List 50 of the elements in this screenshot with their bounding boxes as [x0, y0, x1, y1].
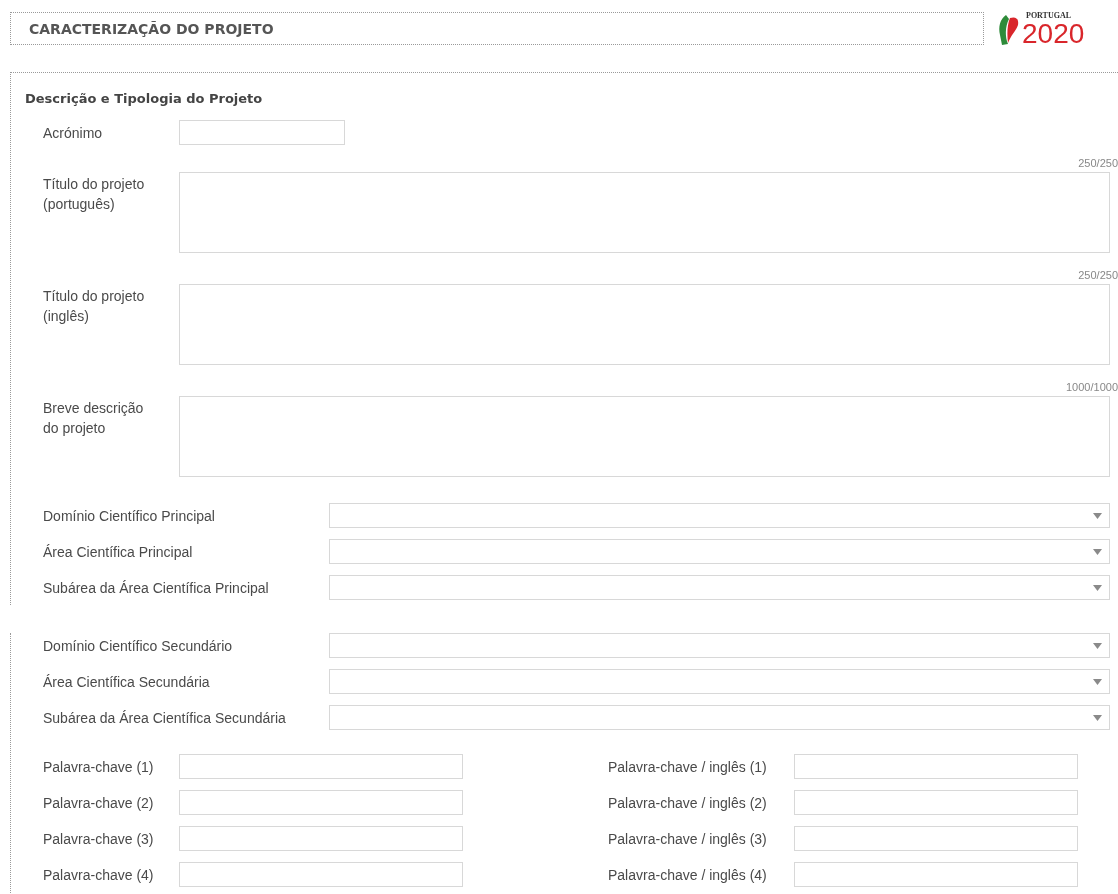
text-area[interactable]: [179, 396, 1110, 477]
field-label: Palavra-chave / inglês (1): [608, 758, 768, 775]
caret-icon: [1093, 548, 1102, 555]
caret-icon: [1093, 512, 1102, 519]
logo-caption: PORTUGAL: [1026, 12, 1073, 20]
field-label: Palavra-chave / inglês (2): [608, 794, 768, 811]
field-label: Domínio Científico Secundário: [43, 637, 234, 654]
dropdown[interactable]: [329, 503, 1110, 528]
field-label: Breve descrição do projeto: [43, 399, 145, 438]
field-label: Palavra-chave (4): [43, 866, 155, 883]
dropdown[interactable]: [329, 539, 1110, 564]
field-label: Palavra-chave (1): [43, 758, 155, 775]
field-label: Título do projeto (português): [43, 175, 146, 214]
field-label: Domínio Científico Principal: [43, 507, 216, 524]
page-title: CARACTERIZAÇÃO DO PROJETO: [29, 20, 274, 37]
caret-icon: [1093, 642, 1102, 649]
text-area[interactable]: [179, 284, 1110, 365]
input-field[interactable]: [794, 790, 1078, 815]
character-counter: 250/250: [1078, 268, 1118, 282]
field-label: Área Científica Secundária: [43, 673, 211, 690]
caret-icon: [1093, 678, 1102, 685]
field-label: Palavra-chave (2): [43, 794, 155, 811]
section-title: Descrição e Tipologia do Projeto: [24, 90, 264, 108]
input-field[interactable]: [179, 826, 463, 851]
dropdown[interactable]: [329, 633, 1110, 658]
input-field[interactable]: [794, 862, 1078, 887]
input-field[interactable]: [179, 120, 345, 145]
input-field[interactable]: [179, 790, 463, 815]
field-label: Área Científica Principal: [43, 543, 194, 560]
input-field[interactable]: [179, 754, 463, 779]
dropdown[interactable]: [329, 669, 1110, 694]
dropdown[interactable]: [329, 705, 1110, 730]
field-label: Subárea da Área Científica Principal: [43, 579, 270, 596]
caret-icon: [1093, 714, 1102, 721]
input-field[interactable]: [794, 826, 1078, 851]
text-area[interactable]: [179, 172, 1110, 253]
input-field[interactable]: [179, 862, 463, 887]
field-label: Título do projeto (inglês): [43, 287, 146, 326]
field-label: Subárea da Área Científica Secundária: [43, 709, 287, 726]
flag-icon: [996, 13, 1020, 47]
character-counter: 250/250: [1078, 156, 1118, 170]
dropdown[interactable]: [329, 575, 1110, 600]
field-label: Palavra-chave / inglês (4): [608, 866, 768, 883]
character-counter: 1000/1000: [1066, 380, 1118, 394]
input-field[interactable]: [794, 754, 1078, 779]
caret-icon: [1093, 584, 1102, 591]
field-label: Palavra-chave / inglês (3): [608, 830, 768, 847]
logo-year: 2020: [1022, 20, 1085, 48]
field-label: Palavra-chave (3): [43, 830, 155, 847]
field-label: Acrónimo: [43, 123, 104, 143]
